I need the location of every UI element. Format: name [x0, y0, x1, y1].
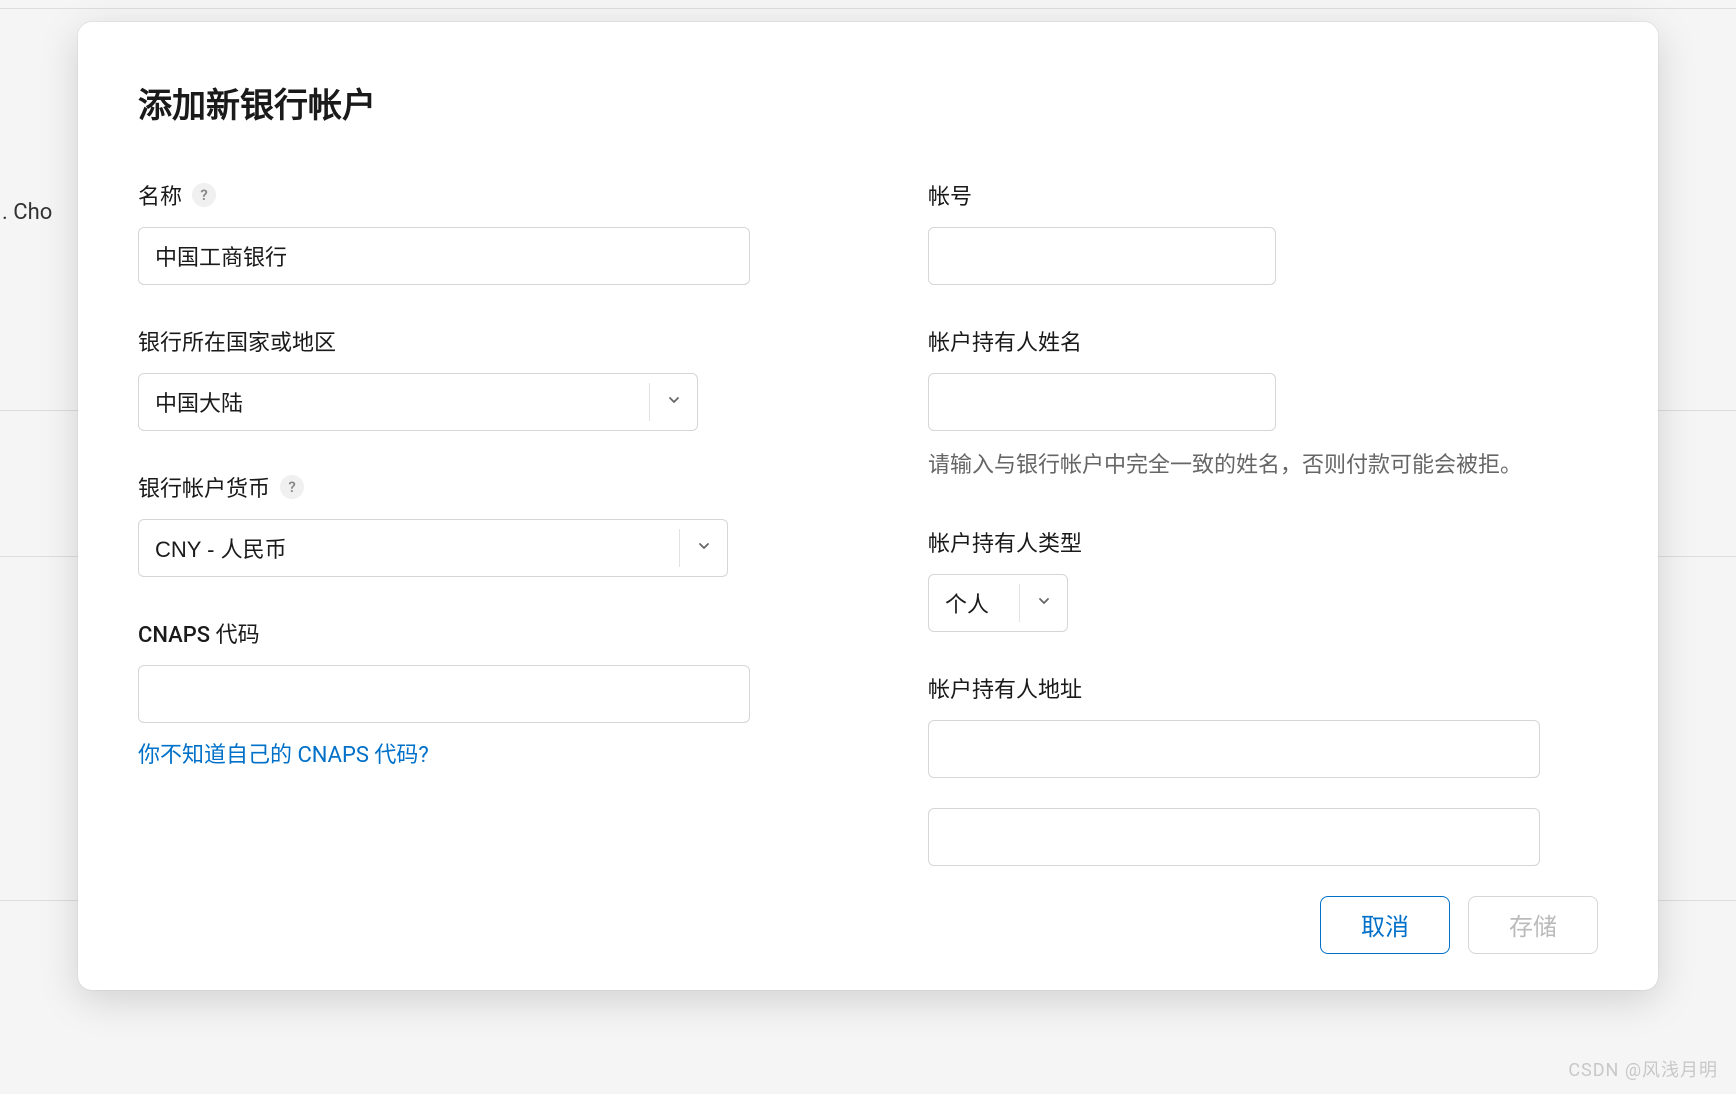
form-columns: 名称 ? 银行所在国家或地区 中国大陆: [138, 179, 1598, 866]
modal-overlay: 添加新银行帐户 名称 ? 银行所在国家或地区: [0, 0, 1736, 1094]
modal-title: 添加新银行帐户: [138, 78, 1598, 127]
currency-select-wrap: CNY - 人民币: [138, 519, 728, 577]
holder-name-label: 帐户持有人姓名: [928, 325, 1082, 357]
country-select-value: 中国大陆: [155, 386, 243, 418]
form-left-column: 名称 ? 银行所在国家或地区 中国大陆: [138, 179, 808, 866]
watermark: CSDN @风浅月明: [1568, 1056, 1718, 1082]
account-number-label: 帐号: [928, 179, 972, 211]
country-label-row: 银行所在国家或地区: [138, 325, 808, 357]
holder-name-input[interactable]: [928, 373, 1276, 431]
add-bank-account-modal: 添加新银行帐户 名称 ? 银行所在国家或地区: [78, 22, 1658, 990]
holder-name-group: 帐户持有人姓名: [928, 325, 1598, 431]
holder-type-label: 帐户持有人类型: [928, 526, 1082, 558]
holder-type-label-row: 帐户持有人类型: [928, 526, 1598, 558]
currency-label-row: 银行帐户货币 ?: [138, 471, 808, 503]
cancel-button[interactable]: 取消: [1320, 896, 1450, 954]
account-number-input[interactable]: [928, 227, 1276, 285]
cnaps-help-link[interactable]: 你不知道自己的 CNAPS 代码?: [138, 737, 429, 769]
cnaps-label: CNAPS 代码: [138, 617, 260, 649]
holder-address-label-row: 帐户持有人地址: [928, 672, 1598, 704]
country-label: 银行所在国家或地区: [138, 325, 336, 357]
modal-footer: 取消 存储: [138, 896, 1598, 954]
currency-label: 银行帐户货币: [138, 471, 270, 503]
holder-name-label-row: 帐户持有人姓名: [928, 325, 1598, 357]
name-group: 名称 ?: [138, 179, 808, 285]
account-number-group: 帐号: [928, 179, 1598, 285]
help-icon[interactable]: ?: [280, 475, 304, 499]
form-right-column: 帐号 帐户持有人姓名 请输入与银行帐户中完全一致的姓名，否则付款可能会被拒。 帐…: [928, 179, 1598, 866]
cnaps-group: CNAPS 代码 你不知道自己的 CNAPS 代码?: [138, 617, 808, 769]
name-input[interactable]: [138, 227, 750, 285]
holder-type-select-value: 个人: [945, 587, 989, 619]
account-number-label-row: 帐号: [928, 179, 1598, 211]
country-select-wrap: 中国大陆: [138, 373, 698, 431]
holder-address-label: 帐户持有人地址: [928, 672, 1082, 704]
name-label-row: 名称 ?: [138, 179, 808, 211]
holder-type-select-wrap: 个人: [928, 574, 1068, 632]
country-group: 银行所在国家或地区 中国大陆: [138, 325, 808, 431]
holder-address-line1-input[interactable]: [928, 720, 1540, 778]
cnaps-input[interactable]: [138, 665, 750, 723]
holder-type-select[interactable]: 个人: [928, 574, 1068, 632]
holder-address-group: 帐户持有人地址: [928, 672, 1598, 866]
country-select[interactable]: 中国大陆: [138, 373, 698, 431]
currency-group: 银行帐户货币 ? CNY - 人民币: [138, 471, 808, 577]
cnaps-label-row: CNAPS 代码: [138, 617, 808, 649]
currency-select-value: CNY - 人民币: [155, 532, 287, 564]
help-icon[interactable]: ?: [192, 183, 216, 207]
holder-address-line2-input[interactable]: [928, 808, 1540, 866]
holder-type-group: 帐户持有人类型 个人: [928, 526, 1598, 632]
save-button[interactable]: 存储: [1468, 896, 1598, 954]
name-label: 名称: [138, 179, 182, 211]
holder-name-hint: 请输入与银行帐户中完全一致的姓名，否则付款可能会被拒。: [928, 447, 1598, 486]
currency-select[interactable]: CNY - 人民币: [138, 519, 728, 577]
